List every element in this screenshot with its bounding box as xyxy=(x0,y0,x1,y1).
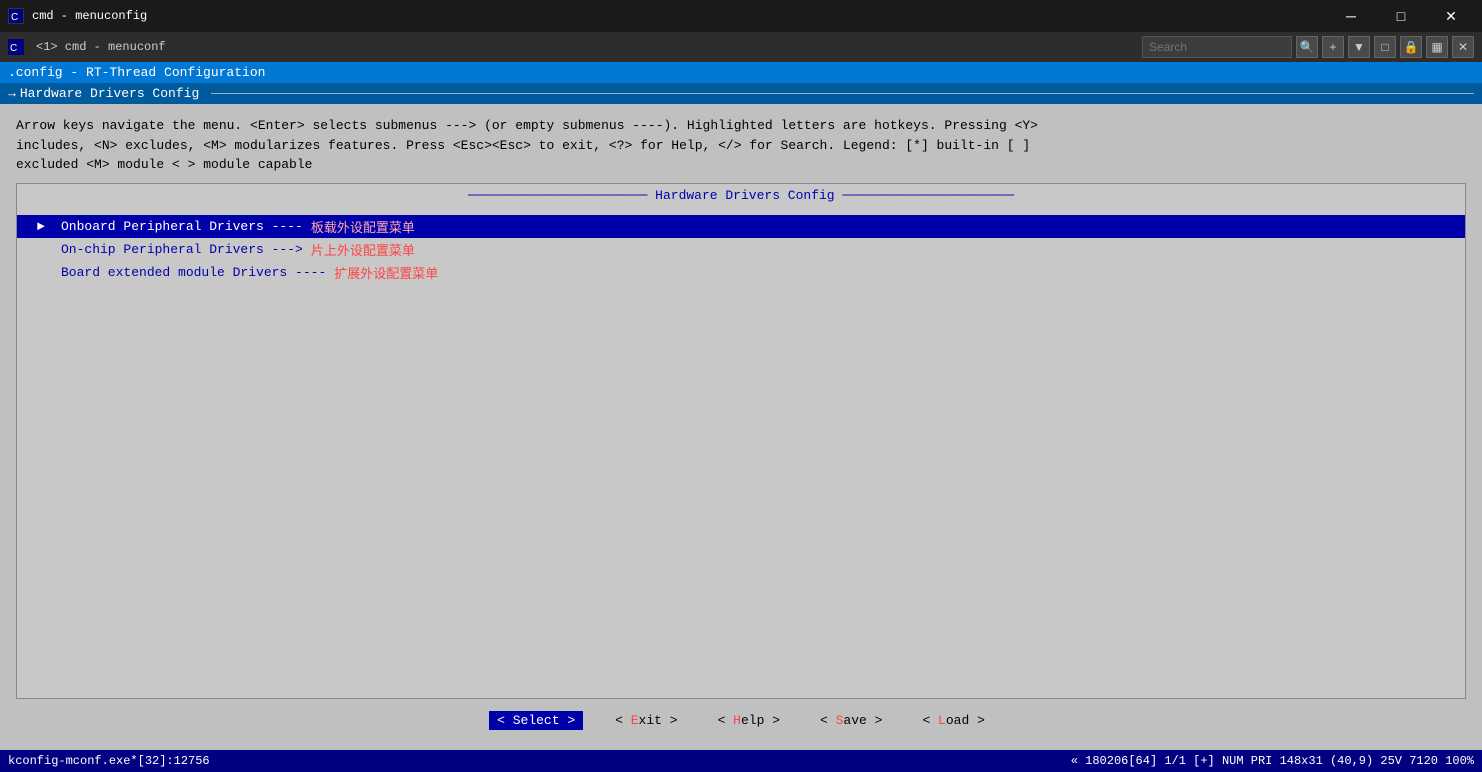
bottom-buttons: < Select > < Exit > < Help > < Save > < Load… xyxy=(8,699,1474,742)
help-text: Arrow keys navigate the menu. <Enter> se… xyxy=(8,112,1474,183)
close-button[interactable]: ✕ xyxy=(1428,0,1474,32)
config-header: .config - RT-Thread Configuration xyxy=(0,62,1482,83)
menu-text-onchip: On-chip Peripheral Drivers ---> xyxy=(61,242,303,257)
hw-arrow: → xyxy=(8,86,16,101)
select-button[interactable]: < Select > xyxy=(489,711,583,730)
menu-item-onboard[interactable]: ► Onboard Peripheral Drivers ---- 板载外设配置菜… xyxy=(17,215,1465,238)
menu-comment-board-ext: 扩展外设配置菜单 xyxy=(334,263,438,282)
load-button[interactable]: < Load > xyxy=(914,711,992,730)
menu-items-container: ► Onboard Peripheral Drivers ---- 板载外设配置菜… xyxy=(17,207,1465,699)
title-bar-controls: ─ □ ✕ xyxy=(1328,0,1474,32)
title-bar-label: cmd - menuconfig xyxy=(32,9,1320,23)
hw-drivers-header: → Hardware Drivers Config xyxy=(0,83,1482,104)
help-line-1: Arrow keys navigate the menu. <Enter> se… xyxy=(16,116,1466,136)
menu-comment-onchip: 片上外设配置菜单 xyxy=(311,240,415,259)
svg-text:C: C xyxy=(11,12,18,23)
lock-button[interactable]: 🔒 xyxy=(1400,36,1422,58)
hw-header-text: Hardware Drivers Config xyxy=(20,86,199,101)
menuconfig-window: Arrow keys navigate the menu. <Enter> se… xyxy=(0,104,1482,750)
dropdown-button[interactable]: ▼ xyxy=(1348,36,1370,58)
status-bar: kconfig-mconf.exe*[32]:12756 « 180206[64… xyxy=(0,750,1482,772)
title-bar: C cmd - menuconfig ─ □ ✕ xyxy=(0,0,1482,32)
close-tab-button[interactable]: ✕ xyxy=(1452,36,1474,58)
menu-item-onchip[interactable]: On-chip Peripheral Drivers ---> 片上外设配置菜单 xyxy=(17,238,1465,261)
tab-cmd-icon: C xyxy=(8,39,24,55)
hw-config-box: ─────────────────────── Hardware Drivers… xyxy=(16,183,1466,700)
search-input[interactable] xyxy=(1142,36,1292,58)
help-button[interactable]: < Help > xyxy=(710,711,788,730)
menu-text-onboard: Onboard Peripheral Drivers ---- xyxy=(61,219,303,234)
save-button[interactable]: < Save > xyxy=(812,711,890,730)
maximize-button[interactable]: □ xyxy=(1378,0,1424,32)
menu-text-board-ext: Board extended module Drivers ---- xyxy=(61,265,326,280)
tab-toolbar: 🔍 + ▼ □ 🔒 ▦ ✕ xyxy=(1142,36,1474,58)
help-line-2: includes, <N> excludes, <M> modularizes … xyxy=(16,136,1466,156)
tab-bar: C <1> cmd - menuconf 🔍 + ▼ □ 🔒 ▦ ✕ xyxy=(0,32,1482,62)
minimize-button[interactable]: ─ xyxy=(1328,0,1374,32)
monitor-button[interactable]: □ xyxy=(1374,36,1396,58)
add-button[interactable]: + xyxy=(1322,36,1344,58)
terminal-area: Arrow keys navigate the menu. <Enter> se… xyxy=(0,104,1482,750)
hw-config-title: ─────────────────────── Hardware Drivers… xyxy=(17,184,1465,207)
config-header-text: .config - RT-Thread Configuration xyxy=(8,65,265,80)
menu-item-board-ext[interactable]: Board extended module Drivers ---- 扩展外设配… xyxy=(17,261,1465,284)
main-content: .config - RT-Thread Configuration → Hard… xyxy=(0,62,1482,750)
status-info: « 180206[64] 1/1 [+] NUM PRI 148x31 (40,… xyxy=(1071,754,1474,768)
layout-button[interactable]: ▦ xyxy=(1426,36,1448,58)
help-line-3: excluded <M> module < > module capable xyxy=(16,155,1466,175)
menu-indicator-onboard: ► xyxy=(37,219,53,234)
exit-button[interactable]: < Exit > xyxy=(607,711,685,730)
menu-comment-onboard: 板载外设配置菜单 xyxy=(311,217,415,236)
tab-label[interactable]: <1> cmd - menuconf xyxy=(28,40,174,54)
svg-text:C: C xyxy=(10,43,17,54)
status-filename: kconfig-mconf.exe*[32]:12756 xyxy=(8,754,210,768)
cmd-icon: C xyxy=(8,8,24,24)
search-button[interactable]: 🔍 xyxy=(1296,36,1318,58)
